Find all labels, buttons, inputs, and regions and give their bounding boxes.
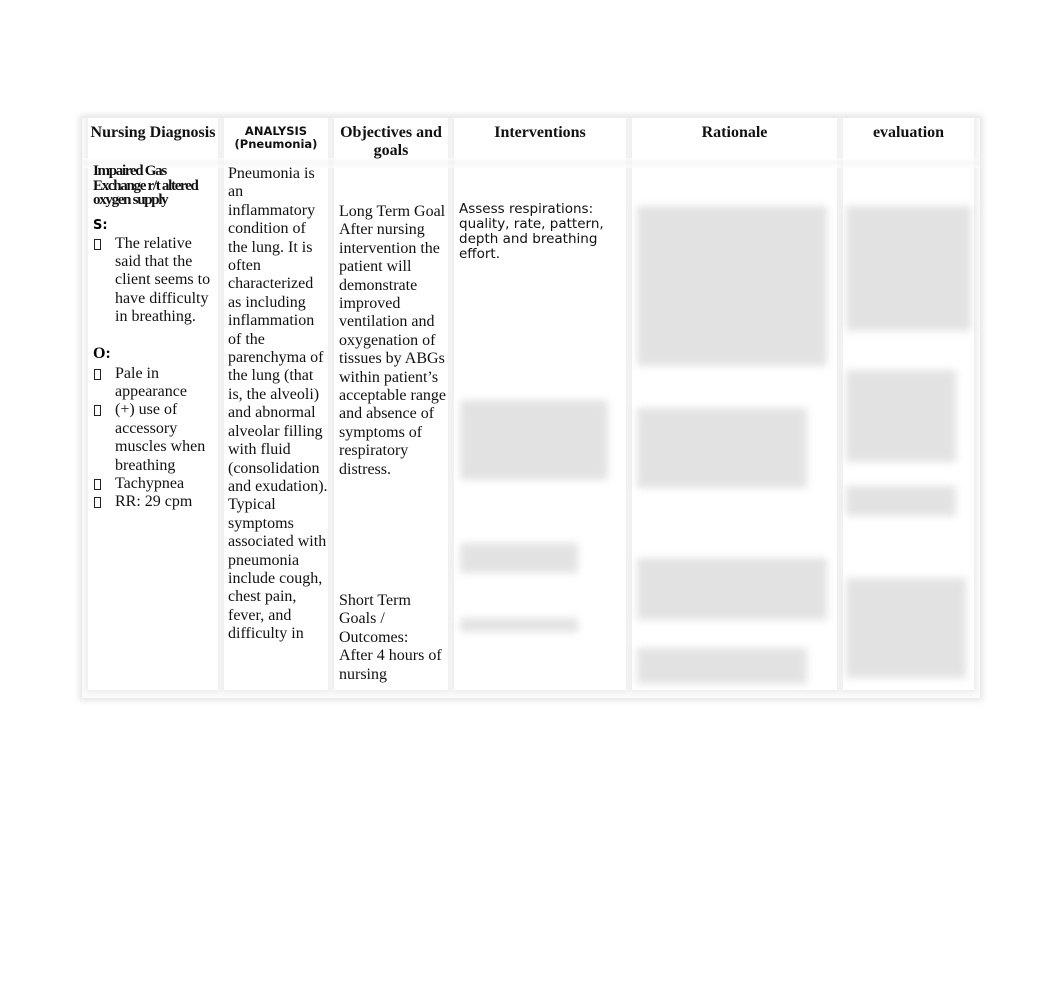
header-rationale: Rationale bbox=[701, 124, 768, 141]
cell-short-term-goals: Short Term Goals / Outcomes: After 4 hou… bbox=[339, 592, 449, 684]
header-analysis: ANALYSIS (Pneumonia) bbox=[224, 125, 328, 151]
blurred-intervention bbox=[460, 543, 578, 573]
cell-nursing-diagnosis: Impaired Gas Exchange r/t altered oxygen… bbox=[93, 164, 219, 512]
blurred-evaluation bbox=[846, 206, 971, 331]
bullet-icon bbox=[94, 405, 101, 417]
bullet-icon bbox=[94, 478, 101, 490]
objective-item: RR: 29 cpm bbox=[93, 493, 219, 511]
subjective-list: The relative said that the client seems … bbox=[93, 235, 219, 327]
nursing-care-plan-table: Nursing Diagnosis ANALYSIS (Pneumonia) O… bbox=[82, 118, 980, 698]
objective-label: O: bbox=[93, 344, 111, 362]
short-term-goal-label: Short Term Goals / Outcomes: bbox=[339, 592, 411, 646]
blurred-evaluation bbox=[846, 370, 956, 462]
header-interventions: Interventions bbox=[494, 124, 586, 141]
long-term-goal-text: After nursing intervention the patient w… bbox=[339, 221, 447, 478]
document-page: Nursing Diagnosis ANALYSIS (Pneumonia) O… bbox=[0, 0, 1062, 1001]
bullet-icon bbox=[94, 368, 101, 380]
blurred-evaluation bbox=[846, 578, 966, 678]
header-evaluation: evaluation bbox=[872, 124, 945, 141]
intervention-item: Assess respirations: quality, rate, patt… bbox=[459, 201, 604, 262]
bullet-icon bbox=[94, 238, 101, 250]
blurred-intervention bbox=[460, 618, 578, 632]
objective-item: Tachypnea bbox=[93, 475, 219, 493]
header-objectives: Objectives and goals bbox=[340, 124, 442, 159]
header-analysis-subtitle: (Pneumonia) bbox=[234, 137, 318, 151]
blurred-rationale bbox=[637, 558, 827, 620]
objective-item: Pale in appearance bbox=[93, 365, 219, 402]
subjective-item: The relative said that the client seems … bbox=[93, 235, 219, 327]
blurred-rationale bbox=[637, 206, 827, 366]
blurred-rationale bbox=[637, 408, 807, 488]
blurred-evaluation bbox=[846, 486, 956, 516]
cell-analysis: Pneumonia is an inflammatory condition o… bbox=[228, 165, 328, 643]
header-nursing-diagnosis: Nursing Diagnosis bbox=[90, 124, 216, 141]
subjective-label: S: bbox=[93, 217, 108, 233]
objective-item: (+) use of accessory muscles when breath… bbox=[93, 401, 219, 475]
cell-objectives: Long Term Goal After nursing interventio… bbox=[339, 203, 449, 479]
blurred-rationale bbox=[637, 648, 807, 684]
bullet-icon bbox=[94, 497, 101, 509]
long-term-goal-label: Long Term Goal bbox=[339, 203, 446, 220]
objective-list: Pale in appearance (+) use of accessory … bbox=[93, 365, 219, 512]
short-term-goal-text: After 4 hours of nursing bbox=[339, 647, 442, 683]
blurred-intervention bbox=[460, 400, 608, 480]
diagnosis-title: Impaired Gas Exchange r/t altered oxygen… bbox=[93, 163, 199, 208]
